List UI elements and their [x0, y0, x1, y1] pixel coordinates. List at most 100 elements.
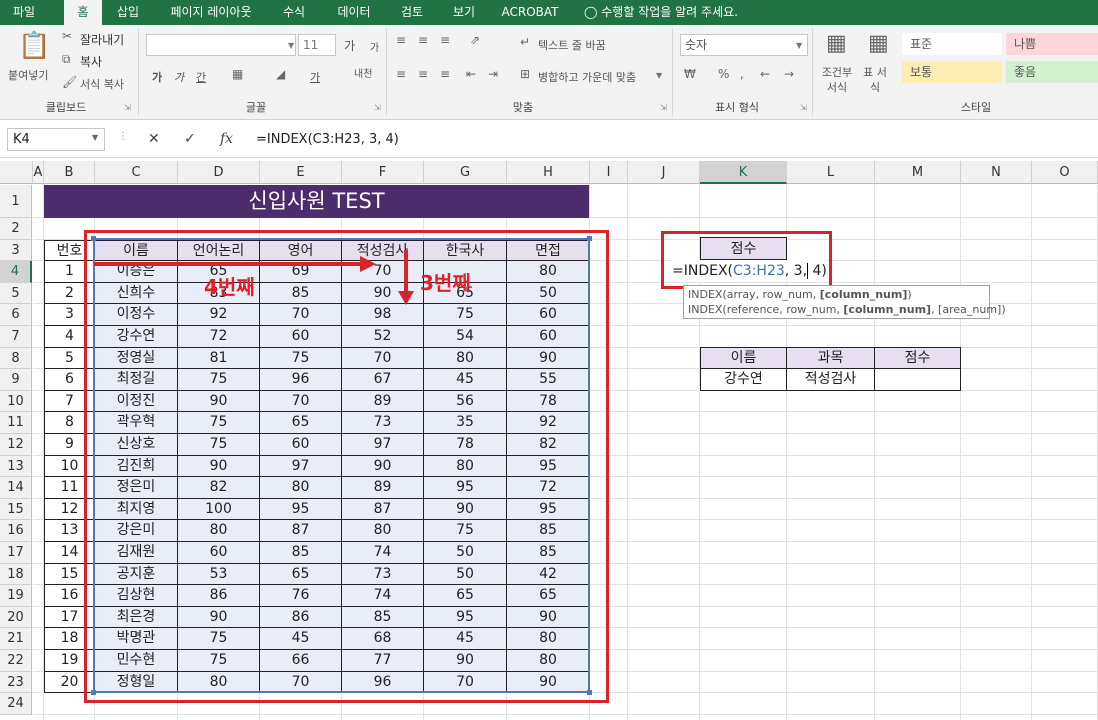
number-group-label: 표시 형식	[715, 101, 759, 114]
align-middle-icon[interactable]: ≡	[418, 33, 428, 47]
tab-page-layout[interactable]: 페이지 레이아웃	[158, 0, 264, 25]
style-normal[interactable]: 표준	[902, 33, 1002, 55]
grow-font-button[interactable]: 가	[344, 37, 355, 54]
tab-home[interactable]: 홈	[64, 0, 102, 25]
number-launcher-icon[interactable]: ⇲	[800, 103, 807, 112]
font-group-label: 글꼴	[245, 101, 267, 114]
orientation-icon[interactable]: ⇗	[470, 33, 480, 47]
italic-button[interactable]: 가	[174, 69, 184, 85]
formula-input[interactable]: =INDEX(C3:H23, 3, 4)	[256, 128, 399, 151]
increase-indent-icon[interactable]: ⇥	[488, 67, 498, 81]
decrease-decimal-icon[interactable]: →	[784, 67, 794, 81]
tab-acrobat[interactable]: ACROBAT	[494, 0, 566, 25]
copy-icon[interactable]: ⧉	[62, 52, 71, 67]
phonetic-button[interactable]: 내천	[354, 65, 372, 80]
tooltip-line-reference: INDEX(reference, row_num, [column_num], …	[688, 303, 1006, 316]
column-arrow-head	[360, 256, 376, 272]
scissors-icon[interactable]: ✂	[62, 29, 72, 43]
cancel-icon[interactable]: ✕	[148, 131, 160, 147]
number-format-box[interactable]: 숫자	[680, 34, 808, 56]
tell-me-box[interactable]: ◯ 수행할 작업을 알려 주세요.	[584, 0, 738, 25]
tab-data[interactable]: 데이터	[326, 0, 382, 25]
group-divider	[386, 29, 387, 115]
row-annotation: 3번째	[420, 271, 471, 295]
lightbulb-icon: ◯	[584, 5, 598, 19]
group-divider	[138, 29, 139, 115]
formula-bar: K4 ▼ ⋮ ✕ ✓ fx =INDEX(C3:H23, 3, 4)	[0, 121, 1098, 158]
worksheet-grid[interactable]: ABCDEFGHIJKLMNO 1 2 3 4 5 6 7 8 9 10 11 12 13 14 15 16 1…	[0, 161, 1098, 720]
paste-button[interactable]: 붙여넣기	[8, 67, 48, 83]
insert-function-button[interactable]: fx	[220, 131, 233, 147]
annotation-arrows	[94, 250, 414, 305]
styles-group-label: 스타일	[960, 101, 992, 114]
align-center-icon[interactable]: ≡	[418, 67, 428, 81]
merge-center-icon[interactable]: ⊞	[520, 67, 530, 81]
tab-file[interactable]: 파일	[0, 0, 48, 25]
clipboard-launcher-icon[interactable]: ⇲	[124, 103, 131, 112]
border-icon[interactable]: ▦	[232, 67, 243, 81]
more-icon: ⋮	[118, 131, 128, 142]
font-name-dropdown-icon[interactable]: ▼	[288, 41, 294, 50]
lookup-header-subject[interactable]: 과목	[787, 347, 875, 369]
increase-decimal-icon[interactable]: ←	[760, 67, 770, 81]
tab-review[interactable]: 검토	[390, 0, 434, 25]
style-neutral[interactable]: 보통	[902, 61, 1002, 83]
align-left-icon[interactable]: ≡	[396, 67, 406, 81]
alignment-group-label: 맞춤	[512, 101, 534, 114]
lookup-header-score[interactable]: 점수	[875, 347, 961, 369]
ribbon-tab-bar: 파일 홈 삽입 페이지 레이아웃 수식 데이터 검토 보기 ACROBAT ◯ …	[0, 0, 1098, 25]
style-good[interactable]: 좋음	[1006, 61, 1098, 83]
merge-dropdown-icon[interactable]: ▼	[656, 71, 662, 80]
underline-button[interactable]: 간	[196, 69, 206, 85]
font-name-box[interactable]	[146, 34, 296, 56]
format-as-table-button[interactable]: 표 서식	[862, 65, 888, 95]
shrink-font-button[interactable]: 가	[370, 39, 379, 54]
font-launcher-icon[interactable]: ⇲	[374, 103, 381, 112]
tab-insert[interactable]: 삽입	[106, 0, 150, 25]
currency-icon[interactable]: ₩	[684, 67, 696, 81]
font-size-box[interactable]: 11	[298, 34, 336, 56]
paste-icon[interactable]: 📋	[18, 31, 50, 61]
align-top-icon[interactable]: ≡	[396, 33, 406, 47]
style-bad[interactable]: 나쁨	[1006, 33, 1098, 55]
format-as-table-icon[interactable]: ▦	[868, 31, 889, 56]
number-format-dropdown-icon[interactable]: ▼	[796, 41, 802, 50]
comma-icon[interactable]: ,	[740, 67, 744, 81]
fill-color-icon[interactable]: ◢	[276, 67, 285, 81]
row-arrow-head	[398, 291, 414, 305]
wrap-text-button[interactable]: 텍스트 줄 바꿈	[538, 37, 606, 53]
lookup-header-name[interactable]: 이름	[700, 347, 787, 369]
tooltip-line-array: INDEX(array, row_num, [column_num])	[688, 288, 912, 301]
cut-button[interactable]: 잘라내기	[80, 31, 124, 48]
lookup-score-value[interactable]	[875, 369, 961, 391]
align-bottom-icon[interactable]: ≡	[440, 33, 450, 47]
lookup-name-value[interactable]: 강수연	[700, 369, 787, 391]
merge-center-button[interactable]: 병합하고 가운데 맞춤	[538, 69, 636, 85]
ribbon-home: 📋 붙여넣기 ✂ 잘라내기 ⧉ 복사 🖌 서식 복사 클립보드 ⇲ ▼ 11 가…	[0, 25, 1098, 120]
group-divider	[812, 29, 813, 115]
name-box-dropdown-icon[interactable]: ▼	[92, 133, 98, 142]
function-tooltip: INDEX(array, row_num, [column_num]) INDE…	[683, 285, 1006, 319]
lookup-subject-value[interactable]: 적성검사	[787, 369, 875, 391]
wrap-text-icon[interactable]: ↵	[520, 35, 530, 49]
tell-me-text: 수행할 작업을 알려 주세요.	[601, 5, 738, 19]
column-annotation: 4번째	[204, 275, 255, 299]
name-box[interactable]: K4	[7, 128, 105, 151]
conditional-format-icon[interactable]: ▦	[826, 31, 847, 56]
decrease-indent-icon[interactable]: ⇤	[466, 67, 476, 81]
alignment-launcher-icon[interactable]: ⇲	[660, 103, 667, 112]
group-divider	[672, 29, 673, 115]
formula-emphasis-box	[661, 231, 832, 289]
enter-icon[interactable]: ✓	[184, 131, 196, 147]
tab-view[interactable]: 보기	[442, 0, 486, 25]
format-painter-icon[interactable]: 🖌	[62, 75, 77, 89]
font-color-button[interactable]: 가	[310, 69, 320, 85]
format-painter-button[interactable]: 서식 복사	[80, 76, 124, 92]
clipboard-group-label: 클립보드	[45, 101, 87, 114]
conditional-format-button[interactable]: 조건부 서식	[820, 65, 854, 95]
percent-icon[interactable]: %	[718, 67, 729, 81]
copy-button[interactable]: 복사	[80, 53, 102, 70]
bold-button[interactable]: 가	[152, 69, 162, 85]
align-right-icon[interactable]: ≡	[440, 67, 450, 81]
tab-formulas[interactable]: 수식	[270, 0, 318, 25]
